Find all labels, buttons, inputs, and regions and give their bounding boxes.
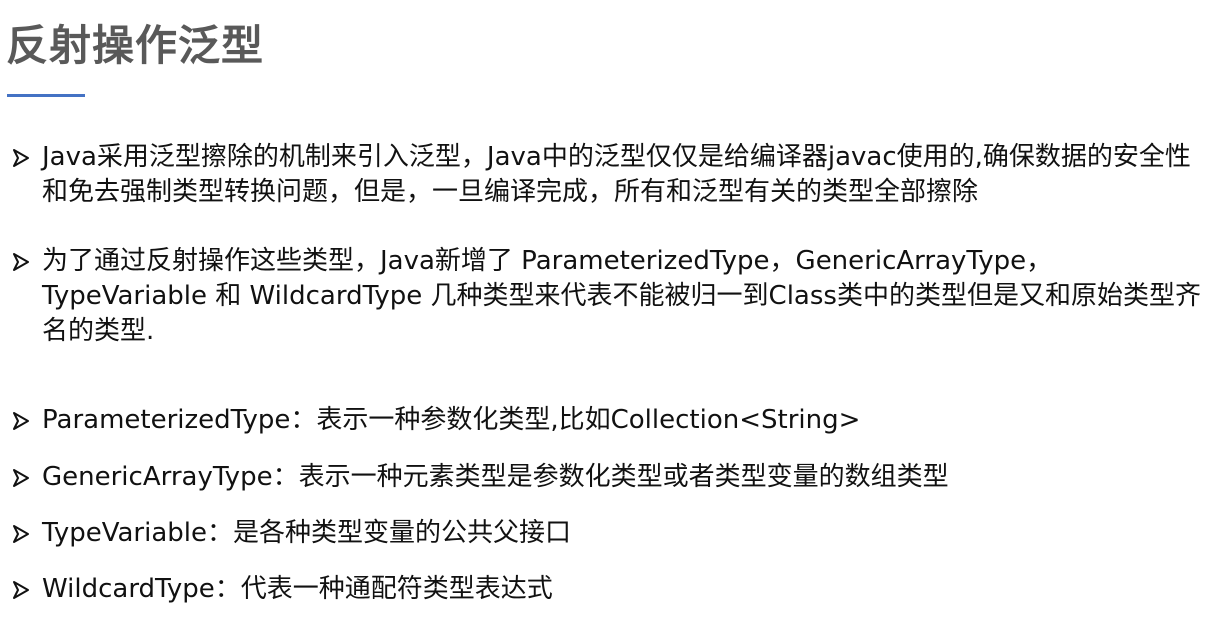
bullet-item-wildcardtype: WildcardType：代表一种通配符类型表达式 [0, 572, 1221, 607]
arrowhead-bullet-icon [9, 572, 33, 607]
bullet-item-generic-erasure: Java采用泛型擦除的机制来引入泛型，Java中的泛型仅仅是给编译器javac使… [0, 140, 1221, 210]
bullet-text: GenericArrayType：表示一种元素类型是参数化类型或者类型变量的数组… [42, 462, 949, 492]
bullet-text: Java采用泛型擦除的机制来引入泛型，Java中的泛型仅仅是给编译器javac使… [42, 142, 1191, 207]
bullet-item-reflection-types: 为了通过反射操作这些类型，Java新增了 ParameterizedType，G… [0, 244, 1221, 349]
bullet-item-genericarraytype: GenericArrayType：表示一种元素类型是参数化类型或者类型变量的数组… [0, 460, 1221, 495]
bullet-text: ParameterizedType：表示一种参数化类型,比如Collection… [42, 405, 861, 435]
arrowhead-bullet-icon [9, 140, 33, 175]
arrowhead-bullet-icon [9, 244, 33, 279]
arrowhead-bullet-icon [9, 403, 33, 438]
title-underline [7, 94, 85, 97]
bullet-text: TypeVariable：是各种类型变量的公共父接口 [42, 518, 571, 548]
bullet-text: 为了通过反射操作这些类型，Java新增了 ParameterizedType，G… [42, 246, 1201, 346]
bullet-text: WildcardType：代表一种通配符类型表达式 [42, 574, 553, 604]
arrowhead-bullet-icon [9, 460, 33, 495]
slide-title: 反射操作泛型 [6, 21, 265, 70]
bullet-item-parameterizedtype: ParameterizedType：表示一种参数化类型,比如Collection… [0, 403, 1221, 438]
bullet-item-typevariable: TypeVariable：是各种类型变量的公共父接口 [0, 516, 1221, 551]
arrowhead-bullet-icon [9, 516, 33, 551]
